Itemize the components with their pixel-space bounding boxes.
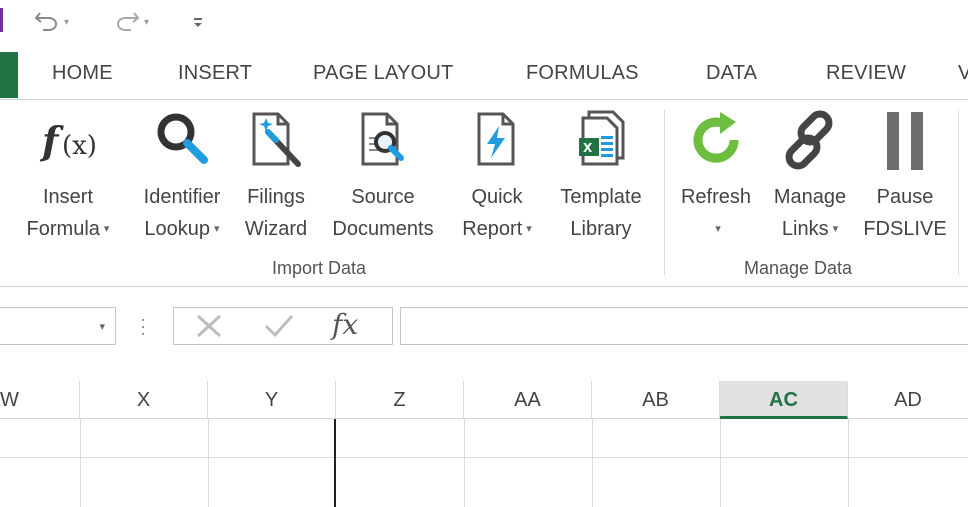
- group-separator: [664, 110, 665, 275]
- magnifier-icon: [157, 113, 208, 164]
- tab-insert[interactable]: INSERT: [178, 62, 252, 85]
- quick-report-label-2: Report: [462, 218, 523, 240]
- chevron-down-icon: ▾: [715, 223, 721, 235]
- worksheet-grid[interactable]: [0, 419, 968, 507]
- group-label-manage-data: Manage Data: [744, 258, 853, 278]
- group-label-import-data: Import Data: [272, 258, 367, 278]
- customize-qat-button[interactable]: [192, 6, 204, 34]
- pause-icon: [887, 112, 923, 170]
- template-library-label-2: Library: [570, 218, 632, 240]
- manage-links-label-1: Manage: [773, 186, 847, 208]
- undo-icon: [34, 12, 57, 31]
- column-header-w[interactable]: W: [0, 381, 80, 419]
- column-divider: [592, 419, 593, 507]
- source-documents-label-2: Documents: [332, 218, 434, 240]
- identifier-lookup-label-1: Identifier: [143, 186, 221, 208]
- redo-button[interactable]: ▾: [114, 6, 149, 34]
- filings-wizard-button[interactable]: Filings Wizard: [238, 100, 314, 255]
- source-documents-icon: [361, 112, 404, 166]
- chevron-down-icon: ▾: [832, 223, 839, 235]
- pause-fdslive-button[interactable]: Pause FDSLIVE: [860, 100, 950, 255]
- customize-qat-icon: [194, 18, 202, 27]
- function-icon: f (x): [39, 118, 97, 163]
- quick-report-button[interactable]: Quick Report ▾: [450, 100, 544, 255]
- refresh-label-1: Refresh: [680, 186, 752, 208]
- ribbon: f (x) Insert Formula ▾ Identifier Lookup ▾…: [0, 99, 968, 287]
- chevron-down-icon: ▾: [103, 223, 110, 235]
- tab-view[interactable]: V: [958, 62, 968, 85]
- column-header-ac-selected[interactable]: AC: [720, 381, 848, 419]
- chevron-down-icon[interactable]: ▾: [99, 320, 105, 333]
- undo-dropdown-icon[interactable]: ▾: [64, 17, 69, 28]
- group-separator: [958, 110, 959, 275]
- formula-bar-resize-handle[interactable]: [141, 316, 145, 338]
- insert-function-icon[interactable]: fx: [332, 308, 358, 341]
- insert-formula-label-2: Formula: [26, 218, 100, 240]
- identifier-lookup-label-2: Lookup: [144, 218, 211, 240]
- column-header-z[interactable]: Z: [336, 381, 464, 419]
- window-accent-edge: [0, 8, 3, 32]
- svg-text:f: f: [39, 118, 64, 163]
- column-header-x[interactable]: X: [80, 381, 208, 419]
- manage-links-button[interactable]: Manage Links ▾: [762, 100, 858, 255]
- chevron-down-icon: ▾: [214, 223, 220, 235]
- quick-access-toolbar: ▾ ▾: [0, 0, 968, 44]
- source-documents-button[interactable]: Source Documents: [320, 100, 446, 255]
- undo-button[interactable]: ▾: [34, 6, 69, 34]
- redo-dropdown-icon[interactable]: ▾: [144, 17, 149, 28]
- enter-check-icon[interactable]: [262, 310, 296, 342]
- column-divider: [464, 419, 465, 507]
- column-header-aa[interactable]: AA: [464, 381, 592, 419]
- formula-buttons: fx: [173, 307, 393, 345]
- tab-review[interactable]: REVIEW: [826, 62, 906, 85]
- template-library-icon: X: [579, 110, 625, 166]
- column-divider: [720, 419, 721, 507]
- identifier-lookup-button[interactable]: Identifier Lookup ▾: [128, 100, 236, 255]
- cancel-icon[interactable]: [192, 310, 226, 342]
- filings-wizard-label-1: Filings: [247, 186, 305, 208]
- pause-fdslive-label-1: Pause: [876, 186, 934, 208]
- ribbon-tab-bar: HOME INSERT PAGE LAYOUT FORMULAS DATA RE…: [0, 52, 968, 98]
- formula-input[interactable]: [400, 307, 968, 345]
- quick-report-label-1: Quick: [471, 186, 523, 208]
- insert-formula-label-1: Insert: [42, 186, 94, 208]
- link-icon: [785, 110, 833, 170]
- template-library-button[interactable]: X Template Library: [546, 100, 656, 255]
- column-divider: [208, 419, 209, 507]
- column-header-ab[interactable]: AB: [592, 381, 720, 419]
- row-divider: [0, 457, 968, 458]
- tab-formulas[interactable]: FORMULAS: [526, 62, 639, 85]
- column-divider: [848, 419, 849, 507]
- pause-fdslive-label-2: FDSLIVE: [863, 218, 947, 240]
- filings-wizard-icon: [252, 112, 301, 167]
- refresh-button[interactable]: Refresh ▾: [674, 100, 758, 255]
- svg-text:(x): (x): [62, 131, 97, 161]
- column-divider: [80, 419, 81, 507]
- column-header-ad[interactable]: AD: [848, 381, 968, 419]
- svg-text:X: X: [583, 141, 593, 155]
- chevron-down-icon: ▾: [526, 223, 532, 235]
- quick-report-icon: [477, 112, 515, 166]
- tab-data[interactable]: DATA: [706, 62, 757, 85]
- file-tab-edge[interactable]: [0, 52, 18, 98]
- source-documents-label-1: Source: [351, 186, 415, 208]
- refresh-icon: [693, 112, 739, 163]
- column-resize-guide: [334, 419, 336, 507]
- redo-icon: [117, 12, 140, 31]
- template-library-label-1: Template: [560, 186, 642, 208]
- tab-page-layout[interactable]: PAGE LAYOUT: [313, 62, 453, 85]
- insert-formula-button[interactable]: f (x) Insert Formula ▾: [10, 100, 126, 255]
- name-box[interactable]: ▾: [0, 307, 116, 345]
- column-header-y[interactable]: Y: [208, 381, 336, 419]
- tab-home[interactable]: HOME: [52, 62, 113, 85]
- formula-bar: ▾ fx: [0, 288, 968, 381]
- column-header-row: W X Y Z AA AB AC AD: [0, 381, 968, 419]
- filings-wizard-label-2: Wizard: [244, 218, 308, 240]
- manage-links-label-2: Links: [781, 218, 829, 240]
